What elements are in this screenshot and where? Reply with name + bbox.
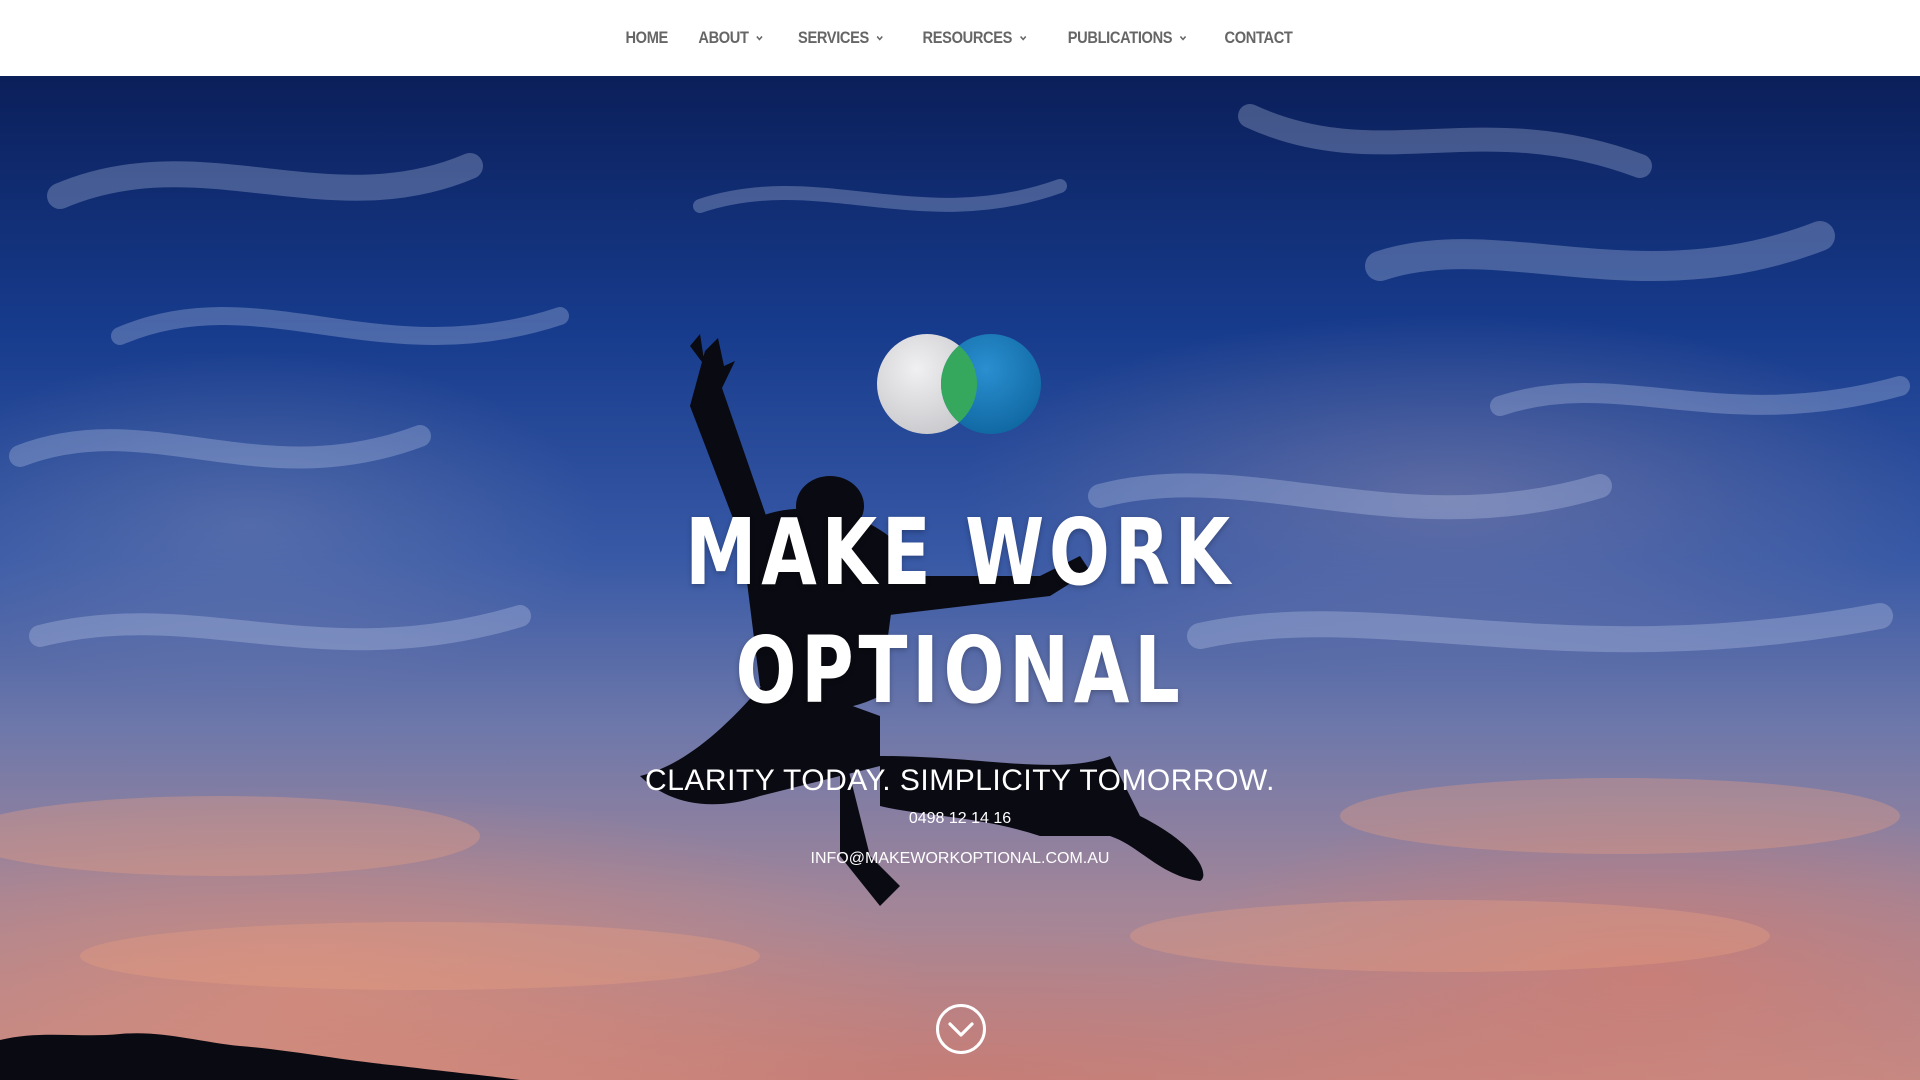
nav-item-home[interactable]: HOME	[616, 0, 677, 76]
chevron-down-icon	[756, 35, 763, 41]
hero-section: MAKE WORK OPTIONAL CLARITY TODAY. SIMPLI…	[0, 76, 1920, 1080]
hero-title-line2: OPTIONAL	[735, 617, 1185, 724]
nav-item-services[interactable]: SERVICES	[789, 0, 894, 76]
nav-item-contact[interactable]: CONTACT	[1215, 0, 1302, 76]
hero-content: MAKE WORK OPTIONAL CLARITY TODAY. SIMPLI…	[0, 76, 1920, 1080]
nav-item-label: HOME	[624, 28, 668, 47]
nav-item-about[interactable]: ABOUT	[689, 0, 774, 76]
chevron-down-icon	[877, 35, 884, 41]
hero-tagline: CLARITY TODAY. SIMPLICITY TOMORROW.	[645, 764, 1275, 797]
chevron-down-icon	[1020, 35, 1027, 41]
nav-item-publications[interactable]: PUBLICATIONS	[1058, 0, 1197, 76]
chevron-down-icon	[1180, 35, 1187, 41]
nav-item-label: RESOURCES	[922, 28, 1012, 47]
nav-item-resources[interactable]: RESOURCES	[913, 0, 1037, 76]
treeline-silhouette	[0, 1033, 520, 1080]
nav-item-label: PUBLICATIONS	[1067, 28, 1173, 47]
hero-title-line1: MAKE WORK	[685, 499, 1235, 606]
hero-title: MAKE WORK OPTIONAL	[211, 494, 1709, 730]
phone-number[interactable]: 0498 12 14 16	[0, 810, 1920, 828]
chevron-down-circle-icon[interactable]	[935, 1003, 987, 1055]
main-nav: HOME ABOUT SERVICES RESOURCES PUBLICATIO…	[0, 0, 1920, 76]
nav-item-label: SERVICES	[798, 28, 870, 47]
logo-icon	[877, 334, 1041, 434]
nav-list: HOME ABOUT SERVICES RESOURCES PUBLICATIO…	[611, 0, 1310, 76]
email-link[interactable]: INFO@MAKEWORKOPTIONAL.COM.AU	[0, 850, 1920, 868]
nav-item-label: ABOUT	[698, 28, 749, 47]
nav-item-label: CONTACT	[1224, 28, 1293, 47]
